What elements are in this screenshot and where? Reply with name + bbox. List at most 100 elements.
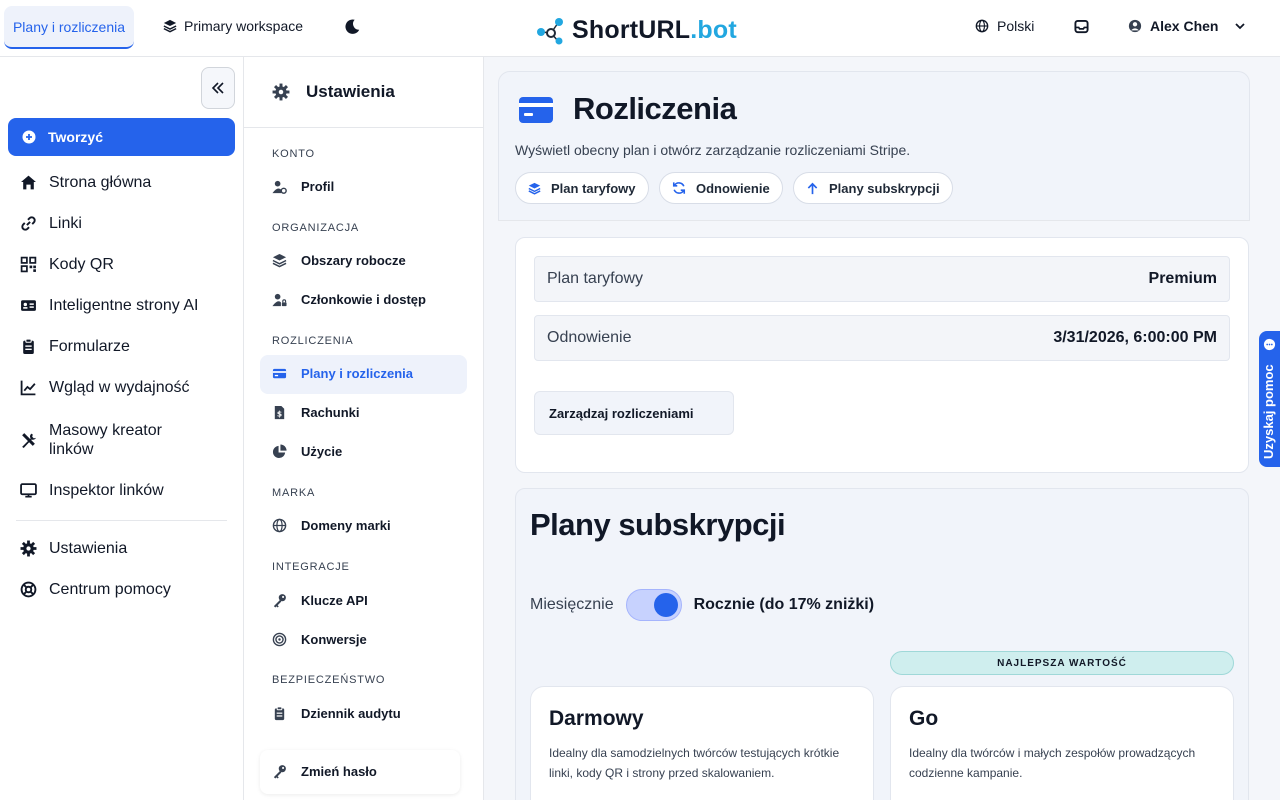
section-account: KONTO bbox=[272, 148, 315, 160]
section-security: BEZPIECZEŃSTWO bbox=[272, 674, 386, 686]
language-selector[interactable]: Polski bbox=[975, 18, 1034, 34]
logo[interactable]: ShortURL.bot bbox=[536, 15, 737, 45]
user-menu[interactable]: Alex Chen bbox=[1128, 18, 1246, 34]
workspace-selector[interactable]: Primary workspace bbox=[163, 18, 303, 34]
user-avatar-icon bbox=[1128, 19, 1142, 33]
key-icon bbox=[272, 593, 287, 608]
double-chevron-left-icon bbox=[211, 81, 225, 95]
monitor-icon bbox=[20, 482, 37, 499]
sidebar-item-links[interactable]: Linki bbox=[20, 214, 82, 233]
billing-period-switch[interactable] bbox=[625, 589, 682, 621]
settings-item-label: Klucze API bbox=[301, 593, 368, 608]
tools-icon bbox=[20, 432, 37, 449]
chart-line-icon bbox=[20, 379, 37, 396]
tab-plans-billing[interactable]: Plany i rozliczenia bbox=[4, 6, 134, 49]
refresh-icon bbox=[672, 181, 686, 195]
layers-icon bbox=[272, 253, 287, 268]
sidebar-item-settings[interactable]: Ustawienia bbox=[20, 539, 127, 558]
language-label: Polski bbox=[997, 18, 1035, 34]
plan-label: Plan taryfowy bbox=[547, 270, 644, 287]
settings-item-usage[interactable]: Użycie bbox=[272, 444, 342, 459]
pill-plan[interactable]: Plan taryfowy bbox=[515, 172, 649, 204]
home-icon bbox=[20, 174, 37, 191]
settings-item-conversions[interactable]: Konwersje bbox=[272, 632, 367, 647]
settings-item-invoices[interactable]: $ Rachunki bbox=[272, 405, 360, 420]
plans-title: Plany subskrypcji bbox=[530, 507, 786, 542]
settings-item-label: Obszary robocze bbox=[301, 253, 406, 268]
pie-chart-icon bbox=[272, 444, 287, 459]
settings-item-profile[interactable]: Profil bbox=[272, 179, 334, 194]
sidebar-item-home[interactable]: Strona główna bbox=[20, 173, 151, 192]
sidebar-item-ai-pages[interactable]: Inteligentne strony AI bbox=[20, 296, 198, 315]
settings-item-plans-billing[interactable]: Plany i rozliczenia bbox=[272, 366, 413, 381]
renewal-value: 3/31/2026, 6:00:00 PM bbox=[1053, 329, 1217, 346]
moon-icon[interactable] bbox=[343, 18, 361, 36]
sidebar-item-link-inspector[interactable]: Inspektor linków bbox=[20, 481, 164, 500]
settings-item-label: Domeny marki bbox=[301, 518, 391, 533]
logo-text: ShortURL.bot bbox=[572, 16, 737, 45]
settings-item-audit-log[interactable]: Dziennik audytu bbox=[272, 706, 401, 721]
plan-name: Go bbox=[909, 707, 939, 730]
inbox-icon[interactable] bbox=[1074, 19, 1089, 34]
qr-icon bbox=[20, 256, 37, 273]
credit-card-icon bbox=[272, 366, 287, 381]
sidebar-divider bbox=[16, 520, 227, 521]
settings-title: Ustawienia bbox=[306, 82, 395, 101]
settings-item-label: Plany i rozliczenia bbox=[301, 366, 413, 381]
top-bar: Plany i rozliczenia Primary workspace Sh… bbox=[0, 0, 1280, 57]
billing-header: Rozliczenia Wyświetl obecny plan i otwór… bbox=[498, 71, 1250, 221]
pill-renewal[interactable]: Odnowienie bbox=[659, 172, 783, 204]
settings-panel: Ustawienia KONTO Profil ORGANIZACJA Obsz… bbox=[244, 57, 484, 800]
sidebar-item-bulk-link-builder[interactable]: Masowy kreator linków bbox=[20, 421, 220, 459]
plan-card-free[interactable]: Darmowy Idealny dla samodzielnych twórcó… bbox=[530, 686, 874, 800]
user-name: Alex Chen bbox=[1150, 18, 1219, 34]
arrow-up-icon bbox=[806, 182, 819, 195]
tab-plans-billing-label: Plany i rozliczenia bbox=[12, 18, 126, 35]
settings-item-brand-domains[interactable]: Domeny marki bbox=[272, 518, 391, 533]
sidebar-item-insights[interactable]: Wgląd w wydajność bbox=[20, 378, 190, 397]
collapse-sidebar-button[interactable] bbox=[201, 67, 235, 109]
sidebar-item-forms[interactable]: Formularze bbox=[20, 337, 130, 356]
settings-item-change-password[interactable]: Zmień hasło bbox=[272, 764, 377, 779]
logo-text-main: ShortURL bbox=[572, 15, 691, 44]
create-button[interactable]: Tworzyć bbox=[8, 118, 235, 156]
settings-item-label: Profil bbox=[301, 179, 335, 194]
subscription-plans-section: Plany subskrypcji Miesięcznie Rocznie (d… bbox=[515, 488, 1249, 800]
settings-item-members[interactable]: Członkowie i dostęp bbox=[272, 292, 426, 307]
billing-period-toggle-row: Miesięcznie Rocznie (do 17% zniżki) bbox=[530, 589, 874, 621]
page-subtitle: Wyświetl obecny plan i otwórz zarządzani… bbox=[515, 142, 911, 158]
pill-subscription-plans[interactable]: Plany subskrypcji bbox=[793, 172, 953, 204]
svg-text:$: $ bbox=[277, 409, 282, 418]
gear-icon bbox=[20, 540, 37, 557]
section-brand: MARKA bbox=[272, 487, 316, 499]
sidebar-item-label: Strona główna bbox=[49, 174, 152, 191]
sidebar-item-label: Inspektor linków bbox=[49, 482, 164, 499]
pill-label: Plany subskrypcji bbox=[829, 180, 940, 196]
settings-item-api-keys[interactable]: Klucze API bbox=[272, 593, 368, 608]
renewal-label: Odnowienie bbox=[547, 329, 632, 346]
id-card-icon bbox=[20, 297, 37, 314]
renewal-row: Odnowienie 3/31/2026, 6:00:00 PM bbox=[534, 315, 1230, 361]
settings-item-workspaces[interactable]: Obszary robocze bbox=[272, 253, 406, 268]
chat-icon bbox=[1263, 338, 1276, 351]
settings-item-label: Członkowie i dostęp bbox=[301, 292, 426, 307]
plan-name: Darmowy bbox=[549, 707, 644, 730]
layers-icon bbox=[163, 19, 177, 33]
pill-label: Odnowienie bbox=[696, 180, 770, 196]
layers-icon bbox=[528, 182, 541, 195]
credit-card-icon bbox=[519, 96, 553, 124]
current-plan-card: Plan taryfowy Premium Odnowienie 3/31/20… bbox=[515, 237, 1249, 473]
settings-item-label: Użycie bbox=[301, 444, 343, 459]
header-divider bbox=[498, 220, 1250, 221]
sidebar-item-help-center[interactable]: Centrum pomocy bbox=[20, 580, 171, 599]
sidebar-item-label: Ustawienia bbox=[49, 540, 128, 557]
link-icon bbox=[20, 215, 37, 232]
manage-billing-button[interactable]: Zarządzaj rozliczeniami bbox=[534, 391, 734, 435]
settings-item-label: Konwersje bbox=[301, 632, 367, 647]
sidebar-item-qr-codes[interactable]: Kody QR bbox=[20, 255, 114, 274]
invoice-icon: $ bbox=[272, 405, 287, 420]
manage-billing-label: Zarządzaj rozliczeniami bbox=[549, 405, 694, 421]
main-content: Rozliczenia Wyświetl obecny plan i otwór… bbox=[484, 57, 1280, 800]
best-value-badge: NAJLEPSZA WARTOŚĆ bbox=[890, 651, 1234, 675]
plan-card-go[interactable]: Go Idealny dla twórców i małych zespołów… bbox=[890, 686, 1234, 800]
